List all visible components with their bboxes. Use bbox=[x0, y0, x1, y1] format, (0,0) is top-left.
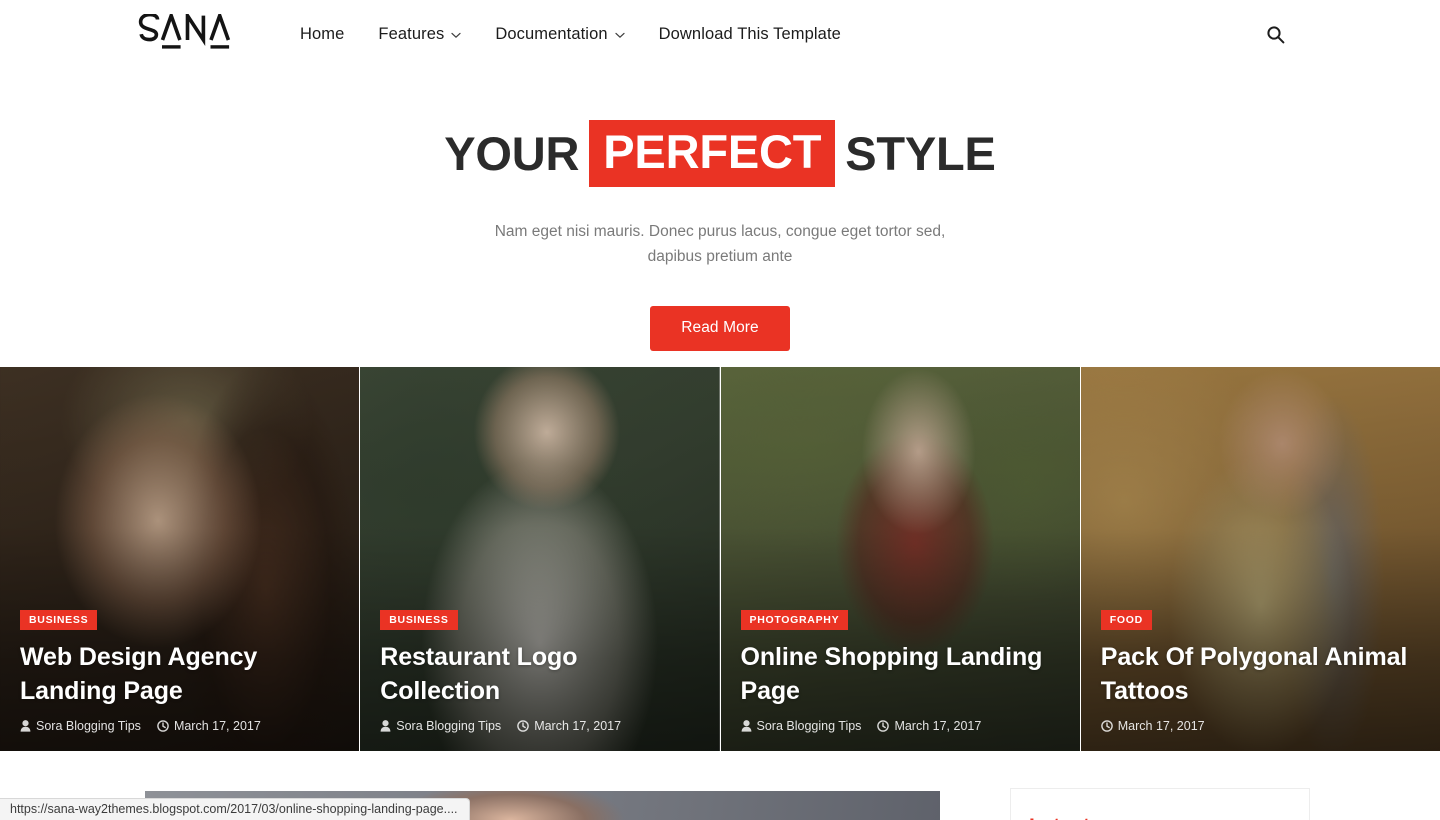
post-author: Sora Blogging Tips bbox=[741, 719, 862, 733]
clock-icon bbox=[157, 720, 169, 732]
post-date-label: March 17, 2017 bbox=[173, 719, 261, 733]
featured-card-body: BUSINESS Web Design Agency Landing Page … bbox=[20, 610, 339, 733]
post-date-label: March 17, 2017 bbox=[894, 719, 982, 733]
post-author-label: Sora Blogging Tips bbox=[756, 719, 862, 733]
featured-card-meta: Sora Blogging Tips March 17, 2017 bbox=[741, 719, 1060, 733]
read-more-button[interactable]: Read More bbox=[650, 305, 790, 351]
nav-item-features[interactable]: Features bbox=[361, 25, 478, 44]
category-badge[interactable]: PHOTOGRAPHY bbox=[740, 610, 849, 630]
featured-card-meta: Sora Blogging Tips March 17, 2017 bbox=[20, 719, 339, 733]
post-date: March 17, 2017 bbox=[157, 719, 261, 733]
featured-card-meta: Sora Blogging Tips March 17, 2017 bbox=[380, 719, 699, 733]
search-icon[interactable] bbox=[1262, 21, 1288, 47]
post-date: March 17, 2017 bbox=[1100, 719, 1205, 733]
post-date-label: March 17, 2017 bbox=[534, 719, 622, 733]
browser-status-bar: https://sana-way2themes.blogspot.com/201… bbox=[0, 798, 470, 820]
post-author-label: Sora Blogging Tips bbox=[396, 719, 502, 733]
featured-card[interactable]: FOOD Pack Of Polygonal Animal Tattoos Ma… bbox=[1080, 367, 1440, 751]
featured-card-body: BUSINESS Restaurant Logo Collection Sora… bbox=[380, 610, 699, 733]
category-badge[interactable]: BUSINESS bbox=[20, 610, 98, 630]
clock-icon bbox=[517, 720, 529, 732]
featured-card-title[interactable]: Web Design Agency Landing Page bbox=[20, 641, 339, 708]
hero-title-highlight: PERFECT bbox=[589, 120, 836, 187]
main-navigation: Home Features Documentation Download Thi… bbox=[283, 25, 858, 44]
featured-card-meta: March 17, 2017 bbox=[1100, 719, 1420, 733]
post-author: Sora Blogging Tips bbox=[380, 719, 501, 733]
featured-card[interactable]: BUSINESS Restaurant Logo Collection Sora… bbox=[360, 367, 720, 751]
sana-wordmark-icon bbox=[138, 14, 231, 49]
nav-label: Documentation bbox=[495, 24, 608, 43]
nav-item-documentation[interactable]: Documentation bbox=[478, 25, 641, 44]
category-badge[interactable]: FOOD bbox=[1100, 610, 1152, 630]
chevron-down-icon bbox=[451, 32, 461, 38]
category-badge[interactable]: BUSINESS bbox=[380, 610, 458, 630]
clock-icon bbox=[1100, 720, 1113, 732]
nav-label: Home bbox=[300, 24, 345, 43]
featured-card-title[interactable]: Restaurant Logo Collection bbox=[380, 641, 699, 708]
clock-icon bbox=[877, 720, 890, 732]
hero-title-part-1: YOUR bbox=[444, 126, 580, 180]
featured-card[interactable]: PHOTOGRAPHY Online Shopping Landing Page… bbox=[720, 367, 1080, 751]
featured-posts-row: BUSINESS Web Design Agency Landing Page … bbox=[0, 367, 1440, 751]
site-header: Home Features Documentation Download Thi… bbox=[0, 0, 1440, 68]
user-icon bbox=[741, 720, 751, 732]
sidebar-widget: Latest bbox=[1010, 788, 1310, 820]
user-icon bbox=[20, 720, 31, 732]
post-date: March 17, 2017 bbox=[877, 719, 981, 733]
chevron-down-icon bbox=[615, 32, 625, 38]
brand-logo[interactable] bbox=[137, 14, 242, 54]
featured-card-title[interactable]: Pack Of Polygonal Animal Tattoos bbox=[1101, 641, 1420, 708]
user-icon bbox=[380, 720, 391, 732]
nav-item-download-this-template[interactable]: Download This Template bbox=[642, 25, 858, 44]
hero-section: YOUR PERFECT STYLE Nam eget nisi mauris.… bbox=[0, 68, 1440, 367]
hero-title: YOUR PERFECT STYLE bbox=[439, 120, 1000, 187]
post-author-label: Sora Blogging Tips bbox=[36, 719, 141, 733]
post-date-label: March 17, 2017 bbox=[1117, 719, 1205, 733]
hero-title-part-2: STYLE bbox=[845, 126, 996, 180]
featured-card-body: FOOD Pack Of Polygonal Animal Tattoos Ma… bbox=[1100, 610, 1420, 733]
featured-card-body: PHOTOGRAPHY Online Shopping Landing Page… bbox=[740, 610, 1060, 733]
post-author: Sora Blogging Tips bbox=[20, 719, 141, 733]
nav-label: Features bbox=[378, 24, 445, 43]
sidebar-widget-heading: Latest bbox=[1029, 815, 1309, 820]
featured-card[interactable]: BUSINESS Web Design Agency Landing Page … bbox=[0, 367, 360, 751]
post-date: March 17, 2017 bbox=[517, 719, 621, 733]
search-glass-glyph bbox=[1266, 25, 1284, 43]
nav-label: Download This Template bbox=[658, 24, 841, 43]
nav-item-home[interactable]: Home bbox=[283, 25, 361, 44]
hero-subtitle: Nam eget nisi mauris. Donec purus lacus,… bbox=[494, 222, 946, 265]
featured-card-title[interactable]: Online Shopping Landing Page bbox=[741, 641, 1060, 708]
